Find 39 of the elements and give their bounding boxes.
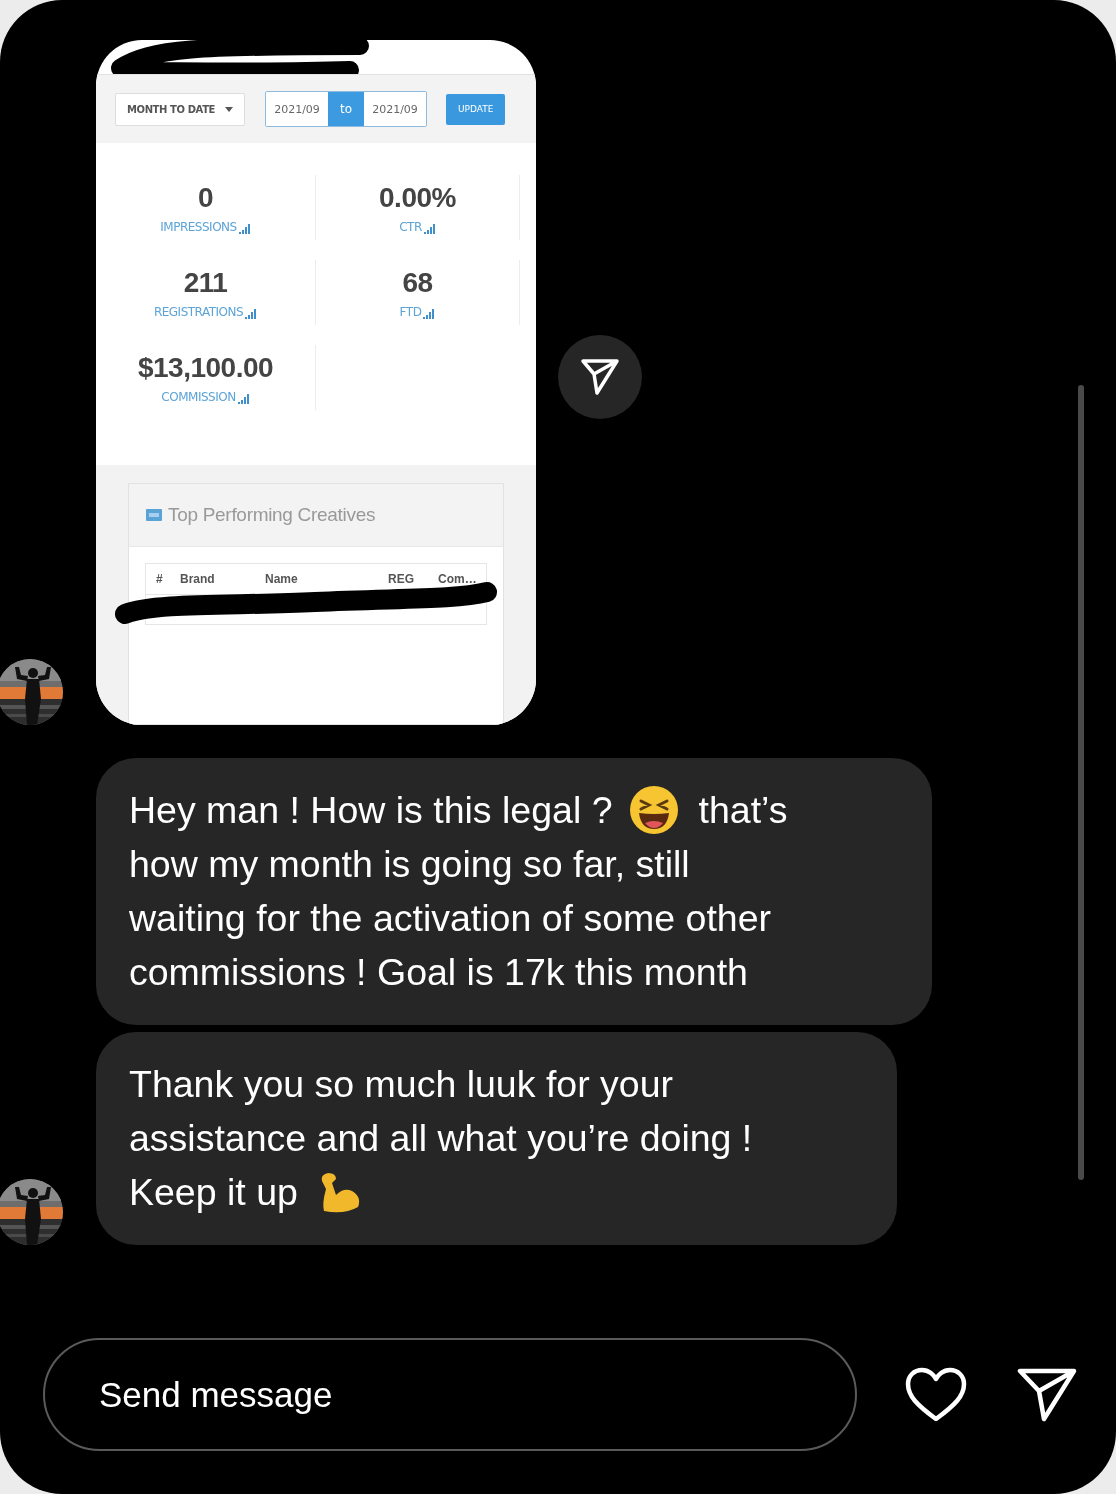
laughing-face-icon (628, 785, 679, 835)
message-text: assistance and all what you’re doing ! (129, 1116, 753, 1161)
column-header: # (156, 572, 164, 586)
paper-plane-icon (579, 356, 621, 397)
bar-chart-icon (423, 223, 436, 234)
message-field[interactable]: Send message (43, 1338, 857, 1451)
stat-value: 68 (402, 266, 433, 299)
bar-chart-icon (245, 308, 258, 319)
message-text: waiting for the activation of some other (129, 896, 771, 941)
stat-value: 211 (183, 266, 228, 299)
column-header: Com… (438, 572, 478, 586)
stat-label: REGISTRATIONS (153, 304, 244, 319)
stat-label: CTR (399, 219, 422, 234)
message-text: how my month is going so far, still (129, 842, 690, 887)
stat-value: $13,100.00 (137, 351, 274, 384)
message-text: commissions ! Goal is 17k this month (129, 950, 748, 995)
stat-label: COMMISSION (161, 389, 236, 404)
bar-chart-icon (238, 223, 251, 234)
stat-label: FTD (399, 304, 422, 319)
caret-icon (225, 106, 233, 112)
column-header: Brand (180, 572, 216, 586)
message-text: Keep it up (129, 1170, 298, 1215)
message-text: Thank you so much luuk for your (129, 1062, 673, 1107)
stat-value: 0.00% (379, 181, 456, 214)
column-header: Name (265, 572, 299, 586)
stat-value: 0 (197, 181, 214, 214)
bar-chart-icon (237, 393, 250, 404)
stat-label: IMPRESSIONS (160, 219, 237, 234)
paper-plane-icon[interactable] (1017, 1366, 1077, 1423)
message-text: that’s (698, 788, 788, 833)
panel-title: Top Performing Creatives (168, 504, 376, 526)
panel-icon (146, 509, 162, 521)
bar-chart-icon (423, 308, 436, 319)
update-button[interactable]: UPDATE (446, 93, 506, 125)
heart-icon[interactable] (905, 1366, 967, 1423)
range-dropdown[interactable]: MONTH TO DATE (115, 92, 245, 126)
column-header: REG (388, 572, 415, 586)
message-text: Hey man ! How is this legal ? (129, 788, 613, 833)
scrollbar[interactable] (1078, 385, 1084, 1180)
